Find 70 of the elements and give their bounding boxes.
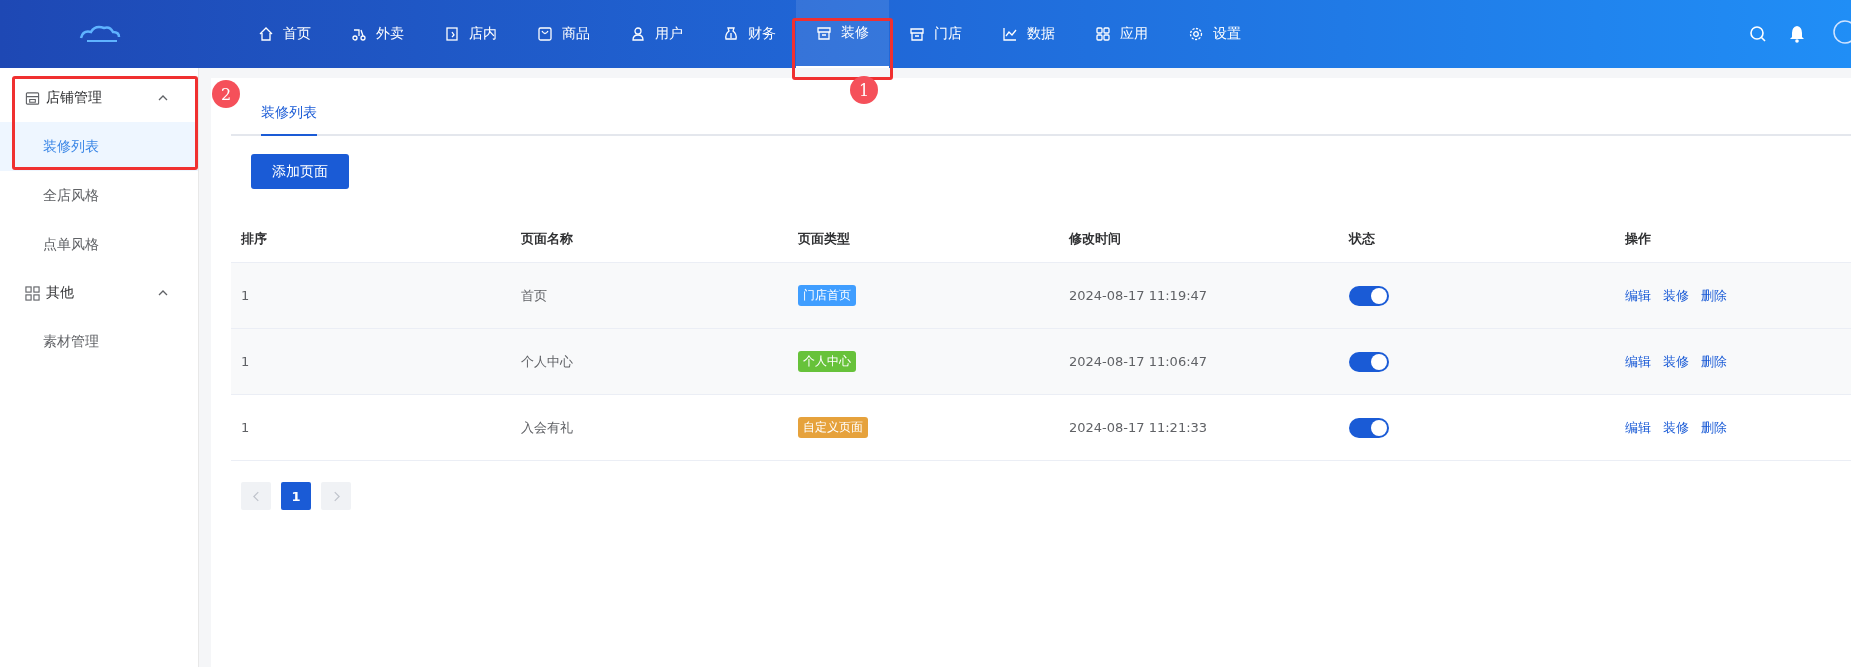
column-header: 操作: [1624, 229, 1652, 248]
storefront-icon: [816, 25, 832, 41]
nav-tab[interactable]: 设置: [1168, 0, 1261, 68]
nav-tab[interactable]: 商品: [517, 0, 610, 68]
status-toggle[interactable]: [1349, 417, 1389, 438]
add-page-button[interactable]: 添加页面: [251, 154, 349, 189]
column-header: 状态: [1347, 229, 1376, 248]
search-icon[interactable]: [1749, 25, 1767, 43]
status-toggle[interactable]: [1349, 285, 1389, 306]
table-cell: 1: [241, 288, 250, 303]
table-cell: 2024-08-17 11:06:47: [1069, 354, 1208, 369]
chevron-left-icon: [252, 490, 260, 502]
sidebar-item[interactable]: 素材管理: [0, 317, 198, 366]
table-cell: 2024-08-17 11:21:33: [1069, 420, 1208, 435]
line-chart-icon: [1002, 26, 1018, 42]
storefront-icon: [909, 26, 925, 42]
tab[interactable]: 装修列表: [261, 98, 317, 136]
sidebar-item[interactable]: 全店风格: [0, 171, 198, 220]
column-header: 页面类型: [797, 229, 851, 248]
person-icon: [630, 26, 646, 42]
grid-icon: [25, 285, 40, 301]
action-link[interactable]: 删除: [1701, 418, 1727, 437]
nav-tab[interactable]: 用户: [610, 0, 703, 68]
table-cell: 1: [241, 420, 250, 435]
page-type-tag: 门店首页: [798, 285, 856, 306]
page-number-button[interactable]: 1: [281, 482, 311, 510]
column-header: 排序: [240, 229, 268, 248]
sidebar-group[interactable]: 其他: [0, 269, 198, 317]
column-header: 修改时间: [1067, 229, 1122, 248]
action-link[interactable]: 编辑: [1625, 286, 1651, 305]
table-cell: 首页: [521, 286, 547, 305]
house-icon: [258, 26, 274, 42]
action-link[interactable]: 删除: [1701, 286, 1727, 305]
nav-tab[interactable]: 数据: [982, 0, 1075, 68]
action-link[interactable]: 装修: [1663, 418, 1689, 437]
bag-icon: [537, 26, 553, 42]
nav-tab[interactable]: 财务: [703, 0, 796, 68]
scooter-icon: [351, 26, 367, 42]
money-bag-icon: [723, 26, 739, 42]
chevron-icon: [158, 290, 168, 296]
nav-tab[interactable]: 门店: [889, 0, 982, 68]
table-cell: 2024-08-17 11:19:47: [1069, 288, 1208, 303]
nav-tab[interactable]: 装修: [796, 0, 889, 68]
column-header: 页面名称: [520, 229, 574, 248]
bell-icon[interactable]: [1789, 25, 1805, 43]
action-link[interactable]: 编辑: [1625, 352, 1651, 371]
chevron-right-icon: [332, 490, 340, 502]
sidebar-item[interactable]: 点单风格: [0, 220, 198, 269]
settings-icon: [1188, 26, 1204, 42]
page-type-tag: 个人中心: [798, 351, 856, 372]
nav-tab[interactable]: 店内: [424, 0, 517, 68]
nav-tab[interactable]: 应用: [1075, 0, 1168, 68]
nav-tab[interactable]: 外卖: [331, 0, 424, 68]
cloud-logo: [77, 24, 121, 44]
sidebar-group[interactable]: 店铺管理: [0, 74, 198, 122]
action-link[interactable]: 装修: [1663, 352, 1689, 371]
nav-tab[interactable]: 首页: [238, 0, 331, 68]
table-cell: 1: [241, 354, 250, 369]
sidebar-item[interactable]: 装修列表: [0, 122, 198, 171]
action-link[interactable]: 编辑: [1625, 418, 1651, 437]
door-icon: [444, 26, 460, 42]
status-toggle[interactable]: [1349, 351, 1389, 372]
storefront-icon: [25, 90, 40, 106]
action-link[interactable]: 删除: [1701, 352, 1727, 371]
table-cell: 个人中心: [521, 352, 573, 371]
table-cell: 入会有礼: [521, 418, 573, 437]
action-link[interactable]: 装修: [1663, 286, 1689, 305]
chevron-icon: [158, 95, 168, 101]
grid-icon: [1095, 26, 1111, 42]
page-type-tag: 自定义页面: [798, 417, 868, 438]
